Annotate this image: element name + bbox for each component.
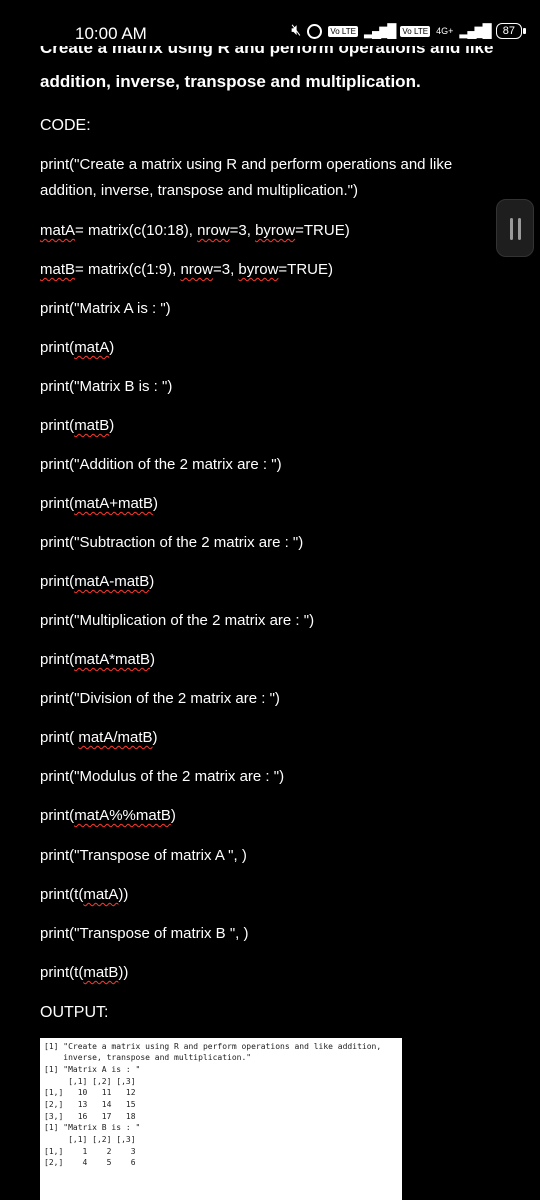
volte-badge-1: Vo LTE <box>328 25 358 37</box>
code-token: =TRUE) <box>295 222 350 239</box>
console-line: [1] "Create a matrix using R and perform… <box>44 1042 382 1051</box>
code-token: print( <box>40 339 75 356</box>
console-line: [3,] 16 17 18 <box>44 1112 136 1121</box>
code-token: print( <box>40 573 75 590</box>
code-token: byrow <box>238 261 279 278</box>
output-label: OUTPUT: <box>40 1004 109 1021</box>
code-token: matB <box>83 964 119 981</box>
code-line: print(matB) <box>40 413 114 439</box>
code-line: print("Division of the 2 matrix are : ") <box>40 690 280 707</box>
grip-line-icon <box>518 218 521 240</box>
code-line: print("Subtraction of the 2 matrix are :… <box>40 534 304 551</box>
code-token: =3, <box>229 222 256 239</box>
console-line: [1,] 1 2 3 <box>44 1147 136 1156</box>
code-token: matA <box>40 222 76 239</box>
code-line: print("Modulus of the 2 matrix are : ") <box>40 768 285 785</box>
code-line: print(matA-matB) <box>40 569 154 595</box>
console-line: [1] "Matrix A is : " <box>44 1065 141 1074</box>
code-token: print( <box>40 417 75 434</box>
code-token: ) <box>170 807 176 824</box>
code-line: print("Addition of the 2 matrix are : ") <box>40 456 282 473</box>
battery-level: 87 <box>502 25 515 37</box>
volte-badge-2: Vo LTE <box>400 25 431 37</box>
code-token: matA <box>83 886 119 903</box>
console-line: [,1] [,2] [,3] <box>44 1135 136 1144</box>
code-line: print("Transpose of matrix A ", ) <box>40 847 247 864</box>
code-token: = matrix(c(1:9), <box>75 261 181 278</box>
code-line: print(matA+matB) <box>40 491 158 517</box>
signal-icon-2: ▂▄▆█ <box>459 23 491 38</box>
code-token: =TRUE) <box>278 261 334 278</box>
code-token: print(t( <box>40 886 84 903</box>
code-token: print( <box>40 651 75 668</box>
console-output-image: [1] "Create a matrix using R and perform… <box>40 1038 402 1200</box>
code-token: byrow <box>255 222 296 239</box>
code-line: print(matA*matB) <box>40 647 155 673</box>
code-token: =3, <box>212 261 239 278</box>
console-line: [2,] 4 5 6 <box>44 1158 136 1167</box>
battery-icon: 87 <box>495 23 527 39</box>
code-line: print("Create a matrix using R and perfo… <box>40 156 453 173</box>
code-line: addition, inverse, transpose and multipl… <box>40 182 358 199</box>
code-line: print(t(matA)) <box>40 882 128 908</box>
grip-line-icon <box>510 218 513 240</box>
code-token: matA*matB <box>74 651 151 668</box>
console-line: [1,] 10 11 12 <box>44 1088 136 1097</box>
status-icons: 🔇︎ Vo LTE ▂▄▆█ Vo LTE 4G+ ▂▄▆█ 87 <box>291 22 527 40</box>
code-token: print( <box>40 807 75 824</box>
code-line: print(t(matB)) <box>40 960 128 986</box>
code-token: print(t( <box>40 964 84 981</box>
code-token: print( <box>40 495 75 512</box>
code-line: print("Transpose of matrix B ", ) <box>40 925 249 942</box>
code-token: ) <box>109 339 115 356</box>
code-token: ) <box>149 573 155 590</box>
code-token: )) <box>118 964 129 981</box>
code-line: print(matA%%matB) <box>40 803 176 829</box>
console-line: [2,] 13 14 15 <box>44 1100 136 1109</box>
code-token: matB <box>74 417 110 434</box>
code-token: = matrix(c(10:18), <box>75 222 198 239</box>
code-token: print( <box>40 729 79 746</box>
code-token: matA/matB <box>78 729 153 746</box>
code-line: matB= matrix(c(1:9), nrow=3, byrow=TRUE) <box>40 257 333 283</box>
code-token: ) <box>150 651 156 668</box>
code-line: print(matA) <box>40 335 114 361</box>
status-time: 10:00 AM <box>75 24 147 43</box>
alarm-icon <box>307 23 323 39</box>
code-line: print( matA/matB) <box>40 725 158 751</box>
code-token: nrow <box>197 222 230 239</box>
status-bar: 10:00 AM 🔇︎ Vo LTE ▂▄▆█ Vo LTE 4G+ ▂▄▆█ … <box>0 0 540 46</box>
code-token: matA+matB <box>74 495 153 512</box>
title-line-2: addition, inverse, transpose and multipl… <box>40 72 421 91</box>
code-line: print("Matrix A is : ") <box>40 300 171 317</box>
scroll-handle[interactable] <box>496 199 534 257</box>
code-line: print("Multiplication of the 2 matrix ar… <box>40 612 315 629</box>
console-line: [,1] [,2] [,3] <box>44 1077 136 1086</box>
code-token: nrow <box>180 261 213 278</box>
signal-icon: ▂▄▆█ <box>363 23 396 38</box>
code-token: ) <box>152 729 158 746</box>
code-line: matA= matrix(c(10:18), nrow=3, byrow=TRU… <box>40 218 350 244</box>
code-token: matA%%matB <box>74 807 171 824</box>
code-token: )) <box>118 886 129 903</box>
code-token: ) <box>152 495 158 512</box>
code-label: CODE: <box>40 117 91 134</box>
network-type: 4G+ <box>436 25 454 36</box>
code-token: matB <box>40 261 76 278</box>
console-line: [1] "Matrix B is : " <box>44 1123 141 1132</box>
mute-icon: 🔇︎ <box>291 22 302 39</box>
code-token: ) <box>109 417 115 434</box>
console-line: inverse, transpose and multiplication." <box>44 1053 252 1062</box>
code-line: print("Matrix B is : ") <box>40 378 173 395</box>
code-token: matA <box>74 339 110 356</box>
code-token: matA-matB <box>74 573 150 590</box>
